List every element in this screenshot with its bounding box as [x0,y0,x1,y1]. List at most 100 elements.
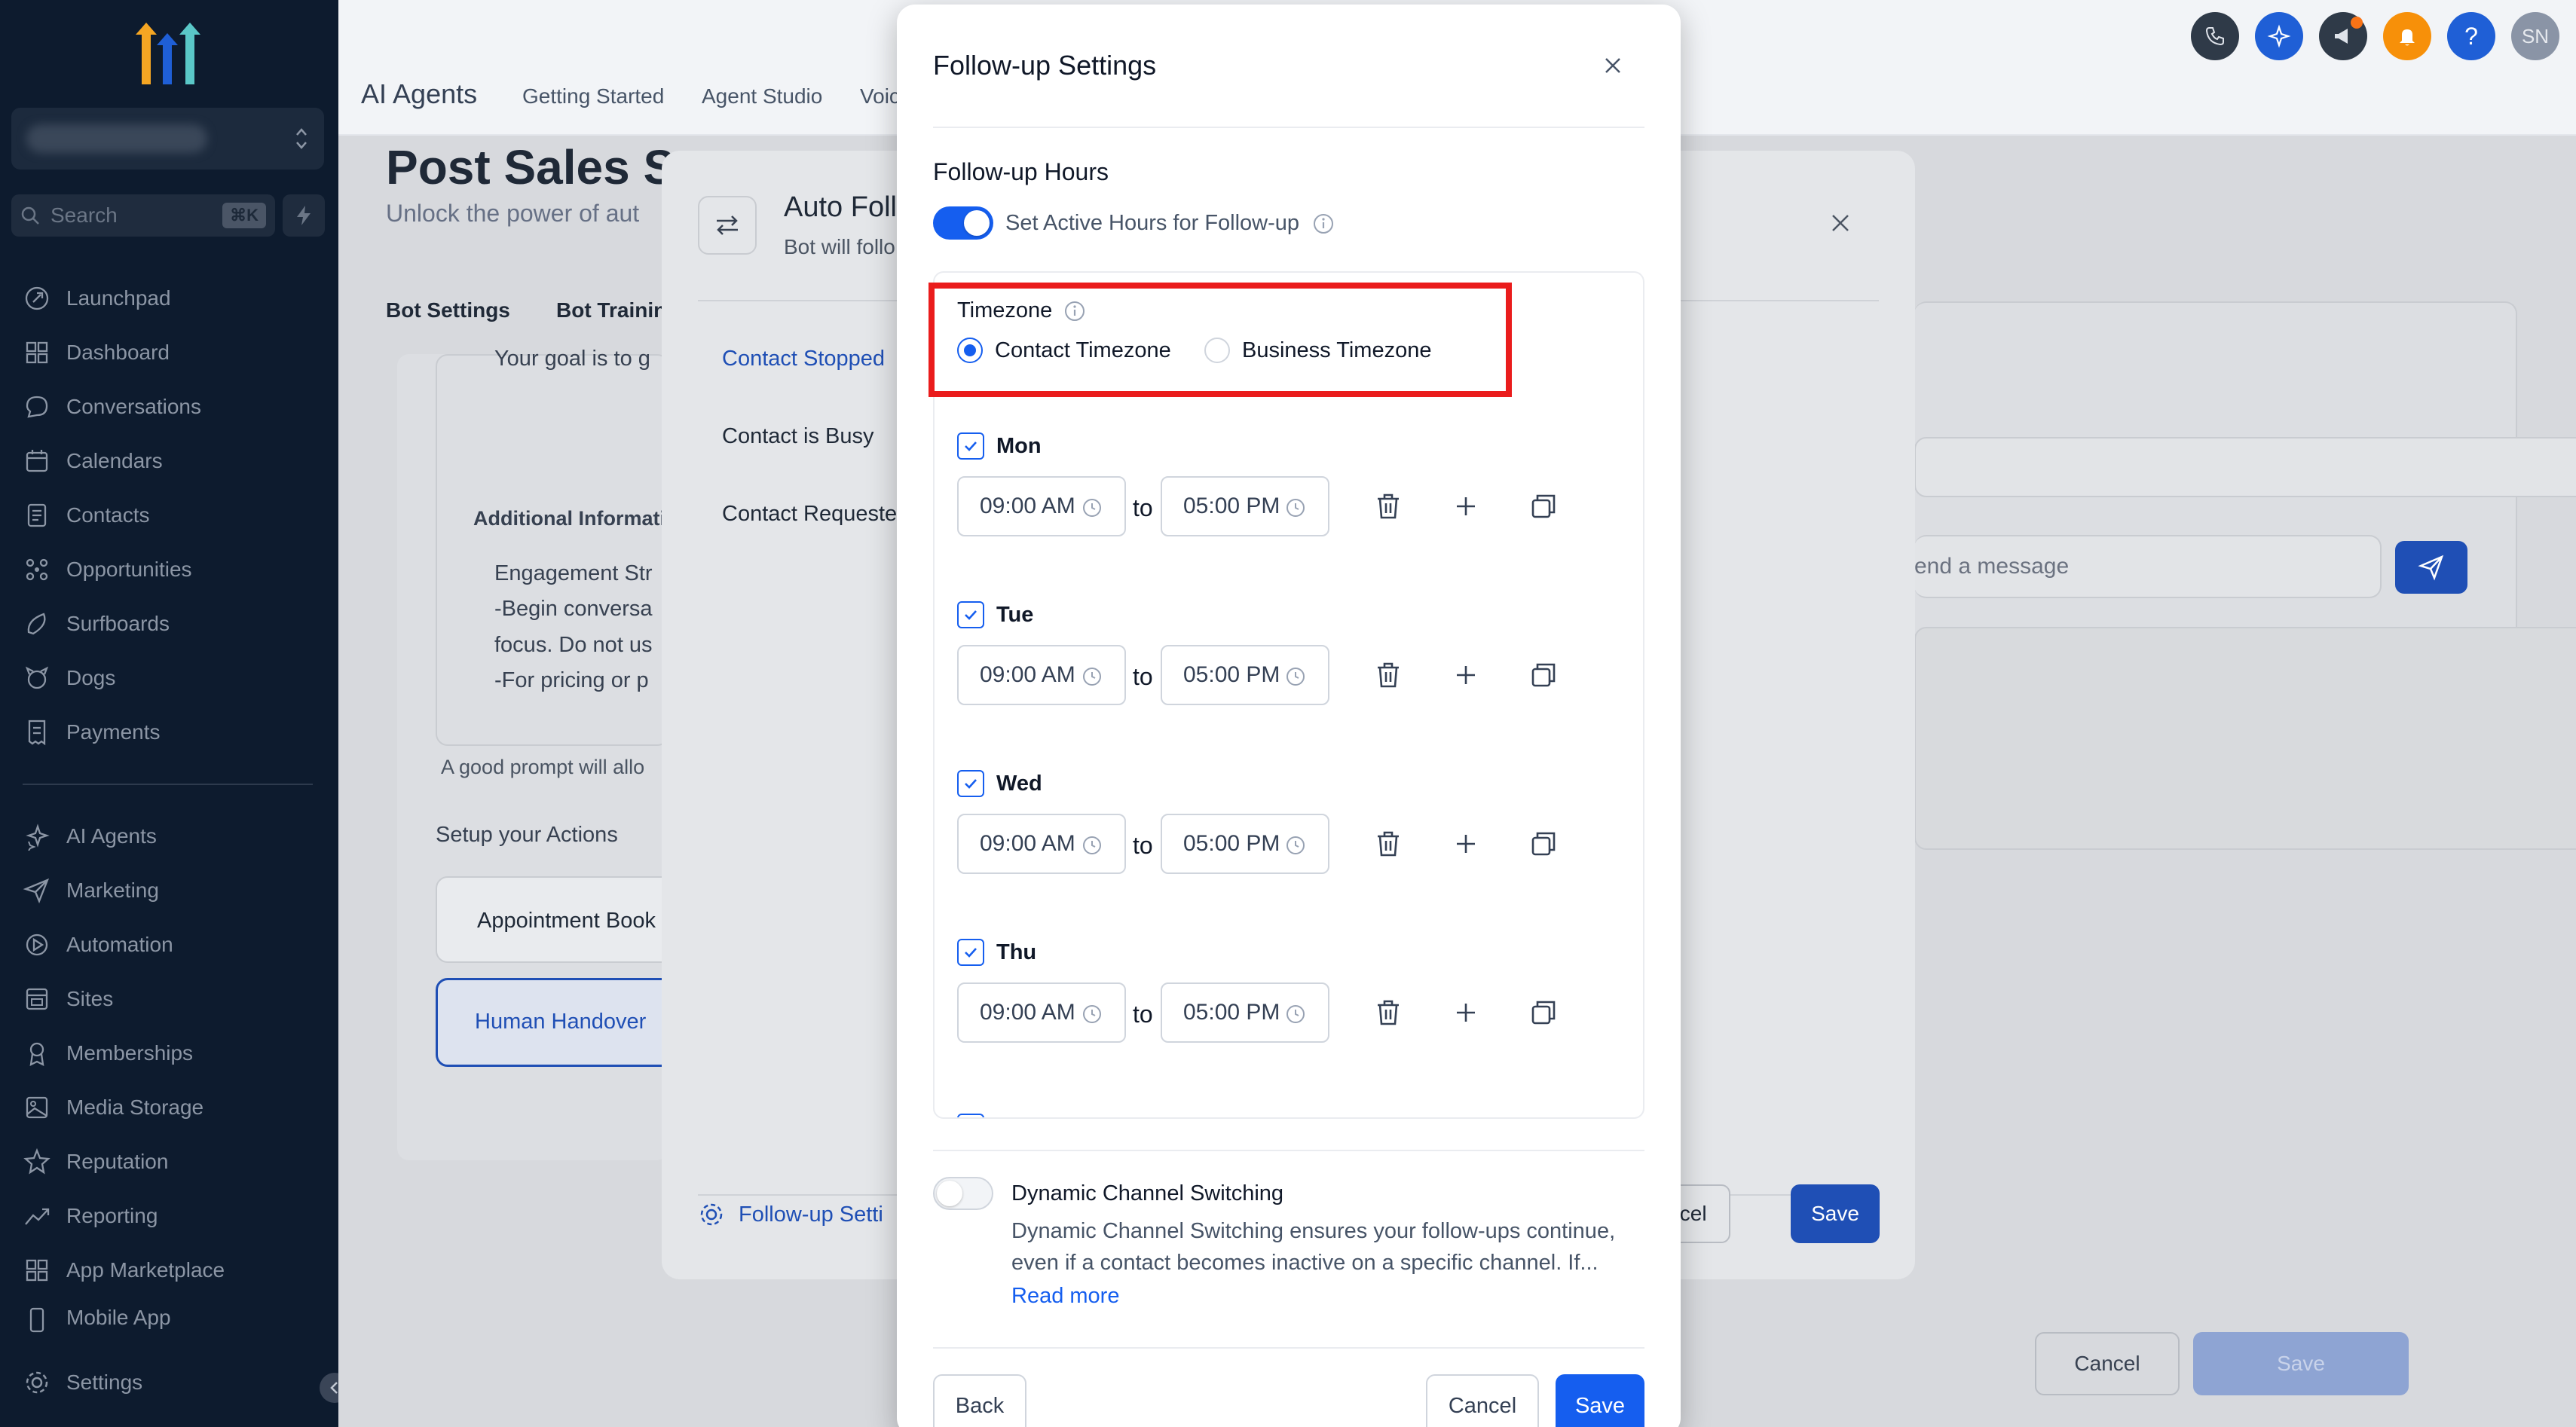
sidebar-item-marketing[interactable]: Marketing [23,872,159,909]
tab-bot-settings[interactable]: Bot Settings [386,298,510,322]
sidebar-item-payments[interactable]: Payments [23,714,161,751]
start-time-input[interactable]: 09:00 AM [957,476,1126,536]
dynamic-divider [933,1150,1644,1151]
sidebar-item-automation[interactable]: Automation [23,926,173,964]
trash-icon[interactable] [1373,998,1403,1028]
close-icon[interactable] [1602,54,1624,77]
end-time-input[interactable]: 05:00 PM [1161,982,1329,1043]
sidebar-item-dogs[interactable]: Dogs [23,659,115,697]
end-time-input[interactable]: 05:00 PM [1161,476,1329,536]
engagement-line-1: Engagement Str [494,561,653,585]
sidebar-item-launchpad[interactable]: Launchpad [23,280,171,317]
sidebar-search[interactable]: Search ⌘K [11,194,275,237]
day-row-thu: Thu 09:00 AM to 05:00 PM [957,939,1620,1067]
copy-icon[interactable] [1528,660,1559,690]
announcements-button[interactable] [2319,12,2367,60]
page-cancel-button[interactable]: Cancel [2035,1332,2180,1395]
notification-dot [2351,17,2363,29]
start-time-input[interactable]: 09:00 AM [957,645,1126,705]
plus-icon[interactable] [1451,829,1481,859]
next-day-checkbox-partial[interactable] [957,1114,984,1117]
day-checkbox-wed[interactable] [957,770,984,797]
sidebar-item-opportunities[interactable]: Opportunities [23,551,192,588]
sidebar-item-mobile-app[interactable]: Mobile App [23,1306,171,1333]
clock-icon [1083,499,1101,517]
sidebar-item-label: Surfboards [66,612,170,635]
help-button[interactable]: ? [2447,12,2495,60]
sidebar-item-app-marketplace[interactable]: App Marketplace [23,1251,225,1289]
tab-agent-studio[interactable]: Agent Studio [702,84,822,108]
page-save-button[interactable]: Save [2193,1332,2409,1395]
sidebar-item-calendars[interactable]: Calendars [23,442,163,480]
trash-icon[interactable] [1373,491,1403,521]
gear-icon [700,1203,723,1226]
sparkle-icon [26,824,50,851]
plus-icon[interactable] [1451,998,1481,1028]
day-checkbox-thu[interactable] [957,939,984,966]
followup-settings-link[interactable]: Follow-up Setti [698,1198,883,1231]
send-icon [23,878,50,904]
tab-bot-training[interactable]: Bot Trainin [556,298,666,322]
trash-icon[interactable] [1373,829,1403,859]
notifications-button[interactable] [2383,12,2431,60]
sidebar-item-sites[interactable]: Sites [23,980,113,1018]
check-icon [965,442,977,451]
ai-assist-button[interactable] [2255,12,2303,60]
additional-info-label: Additional Informati [473,507,665,530]
plus-icon[interactable] [1451,491,1481,521]
auto-modal-save-button[interactable]: Save [1791,1184,1880,1243]
mobile-icon [29,1307,44,1333]
account-switcher[interactable] [11,108,324,170]
trash-icon[interactable] [1373,660,1403,690]
sidebar-item-label: Media Storage [66,1095,204,1119]
copy-icon[interactable] [1528,491,1559,521]
to-label: to [1133,494,1153,521]
trigger-contact-stopped[interactable]: Contact Stopped [722,347,885,371]
quick-action-button[interactable] [283,194,325,237]
sidebar-item-conversations[interactable]: Conversations [23,388,201,426]
day-checkbox-tue[interactable] [957,601,984,628]
timezone-highlight-box [929,283,1512,397]
end-time-input[interactable]: 05:00 PM [1161,645,1329,705]
chat-field-behind [1914,437,2576,497]
sidebar-item-settings[interactable]: Settings [23,1364,142,1401]
to-label: to [1133,832,1153,859]
dynamic-switching-toggle[interactable] [933,1177,993,1210]
top-bar-title: AI Agents [361,78,478,109]
sidebar-item-dashboard[interactable]: Dashboard [23,334,170,371]
copy-icon[interactable] [1528,998,1559,1028]
sidebar-item-ai-agents[interactable]: AI Agents [23,817,157,855]
page-title: Post Sales Su [386,140,705,194]
send-button[interactable] [2395,541,2467,594]
sidebar-item-contacts[interactable]: Contacts [23,497,150,534]
save-button[interactable]: Save [1556,1374,1644,1427]
close-icon[interactable] [1830,212,1851,234]
sidebar-item-media-storage[interactable]: Media Storage [23,1089,203,1126]
avatar[interactable]: SN [2511,12,2559,60]
start-time-input[interactable]: 09:00 AM [957,982,1126,1043]
tab-getting-started[interactable]: Getting Started [522,84,664,108]
clock-icon [1286,668,1305,686]
sidebar-item-surfboards[interactable]: Surfboards [23,605,170,643]
sidebar-item-reporting[interactable]: Reporting [23,1197,158,1235]
phone-button[interactable] [2191,12,2239,60]
info-icon[interactable] [1313,213,1334,234]
cancel-button[interactable]: Cancel [1426,1374,1539,1427]
day-checkbox-mon[interactable] [957,432,984,460]
engagement-line-2: -Begin conversa [494,597,653,621]
trigger-contact-busy[interactable]: Contact is Busy [722,424,873,449]
start-time-input[interactable]: 09:00 AM [957,814,1126,874]
read-more-link[interactable]: Read more [1011,1284,1119,1309]
message-placeholder: end a message [1914,554,2070,579]
sidebar-item-label: App Marketplace [66,1258,225,1282]
sidebar-item-reputation[interactable]: Reputation [23,1143,168,1181]
tab-voice[interactable]: Voic [860,84,900,108]
brand-logo[interactable] [128,20,211,87]
sidebar-item-memberships[interactable]: Memberships [23,1034,193,1072]
plus-icon[interactable] [1451,660,1481,690]
trigger-contact-requested[interactable]: Contact Requeste [722,502,897,527]
back-button[interactable]: Back [933,1374,1026,1427]
end-time-input[interactable]: 05:00 PM [1161,814,1329,874]
copy-icon[interactable] [1528,829,1559,859]
active-hours-toggle[interactable] [933,206,993,240]
